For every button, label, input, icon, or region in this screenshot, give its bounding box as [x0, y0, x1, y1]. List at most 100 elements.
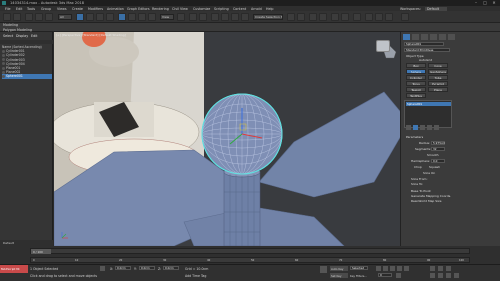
snaps-toggle-icon[interactable]: [211, 13, 219, 21]
real-world-map-checkbox[interactable]: Real-World Map Size: [411, 199, 441, 203]
rendered-frame-icon[interactable]: [375, 13, 383, 21]
eye-icon[interactable]: [2, 74, 5, 78]
explorer-footer-label[interactable]: Default: [3, 241, 14, 245]
cone-button[interactable]: Cone: [428, 63, 448, 68]
pan-view-icon[interactable]: [438, 273, 443, 278]
ribbon-tab-modeling[interactable]: Modeling: [3, 23, 18, 27]
reference-coordinate-dropdown[interactable]: View: [160, 14, 174, 20]
angle-snap-icon[interactable]: [221, 13, 229, 21]
place-icon[interactable]: [148, 13, 156, 21]
set-key-button[interactable]: Set Key: [330, 273, 348, 278]
utilities-tab-icon[interactable]: [448, 34, 455, 40]
menu-arnold[interactable]: Arnold: [251, 7, 262, 11]
generate-mapping-checkbox[interactable]: Generate Mapping Coords.: [411, 194, 451, 198]
time-slider[interactable]: 0 / 100: [30, 248, 470, 254]
menu-modifiers[interactable]: Modifiers: [88, 7, 103, 11]
link-icon[interactable]: [25, 13, 33, 21]
menu-edit[interactable]: Edit: [16, 7, 22, 11]
time-config-icon[interactable]: [396, 273, 401, 278]
zoom-extents-icon[interactable]: [446, 266, 451, 271]
a360-icon[interactable]: [401, 13, 409, 21]
eye-icon[interactable]: [2, 53, 5, 57]
segments-spinner[interactable]: 32: [431, 147, 445, 151]
cylinder-button[interactable]: Cylinder: [406, 75, 426, 80]
eye-icon[interactable]: [2, 49, 5, 53]
menu-animation[interactable]: Animation: [107, 7, 124, 11]
textplus-button[interactable]: TextPlus: [406, 93, 426, 98]
menu-help[interactable]: Help: [266, 7, 274, 11]
orbit-icon[interactable]: [446, 273, 451, 278]
go-to-start-icon[interactable]: [376, 266, 381, 271]
menu-rendering[interactable]: Rendering: [152, 7, 169, 11]
x-coordinate-field[interactable]: 0.0cm: [115, 266, 131, 270]
chop-radio[interactable]: Chop: [414, 165, 422, 169]
current-frame-field[interactable]: 0: [378, 273, 392, 277]
zoom-icon[interactable]: [430, 266, 435, 271]
explorer-tab-display[interactable]: Display: [16, 34, 28, 38]
eye-icon[interactable]: [2, 58, 5, 62]
window-crossing-icon[interactable]: [106, 13, 114, 21]
sphere-button[interactable]: Sphere: [406, 69, 426, 74]
explorer-tab-select[interactable]: Select: [3, 34, 13, 38]
parameters-header[interactable]: Parameters: [406, 135, 423, 139]
track-bar[interactable]: 0 10 20 30 40 50 60 70 80 90 100: [30, 257, 470, 263]
list-item-selected[interactable]: Sphere001: [406, 102, 451, 106]
category-dropdown[interactable]: Standard Primitives: [404, 48, 450, 52]
explorer-tab-edit[interactable]: Edit: [31, 34, 37, 38]
select-object-icon[interactable]: [76, 13, 84, 21]
modify-tab-icon[interactable]: [412, 34, 419, 40]
ribbon-sub-label[interactable]: Polygon Modeling: [3, 28, 32, 32]
render-setup-icon[interactable]: [365, 13, 373, 21]
menu-views[interactable]: Views: [57, 7, 67, 11]
menu-create[interactable]: Create: [72, 7, 83, 11]
autogrid-checkbox[interactable]: AutoGrid: [419, 58, 432, 62]
rectangular-selection-icon[interactable]: [96, 13, 104, 21]
box-button[interactable]: Box: [406, 63, 426, 68]
key-filters-button[interactable]: Key Filters...: [350, 274, 367, 278]
rotate-icon[interactable]: [128, 13, 136, 21]
time-slider-thumb[interactable]: 0 / 100: [31, 249, 51, 254]
schematic-view-icon[interactable]: [341, 13, 349, 21]
bind-spacewarp-icon[interactable]: [45, 13, 53, 21]
squash-radio[interactable]: Squash: [429, 165, 440, 169]
mirror-icon[interactable]: [287, 13, 295, 21]
eye-icon[interactable]: [2, 62, 5, 66]
undo-icon[interactable]: [3, 13, 11, 21]
make-unique-icon[interactable]: [420, 125, 425, 130]
show-end-result-icon[interactable]: [413, 125, 418, 130]
slice-on-checkbox[interactable]: Slice On: [423, 171, 435, 175]
smooth-checkbox[interactable]: Smooth: [427, 153, 439, 157]
scale-icon[interactable]: [138, 13, 146, 21]
hemisphere-spinner[interactable]: 0.0: [431, 159, 445, 163]
named-selection-dropdown[interactable]: Create Selection Set: [253, 14, 283, 20]
viewcube-icon[interactable]: [376, 40, 390, 52]
set-key-icon[interactable]: [320, 266, 327, 273]
perspective-viewport[interactable]: [+] [Perspective] [Standard] [Default Sh…: [54, 32, 400, 246]
z-coordinate-field[interactable]: 0.0cm: [163, 266, 179, 270]
menu-customize[interactable]: Customize: [193, 7, 210, 11]
select-by-name-icon[interactable]: [86, 13, 94, 21]
previous-frame-icon[interactable]: [383, 266, 388, 271]
graphite-toggle-icon[interactable]: [319, 13, 327, 21]
menu-content[interactable]: Content: [233, 7, 246, 11]
selected-dropdown[interactable]: Selected: [350, 266, 368, 270]
selection-filter-dropdown[interactable]: All: [58, 14, 72, 20]
eye-icon[interactable]: [2, 66, 5, 70]
menu-graph-editors[interactable]: Graph Editors: [127, 7, 150, 11]
render-production-icon[interactable]: [385, 13, 393, 21]
unlink-icon[interactable]: [35, 13, 43, 21]
pyramid-button[interactable]: Pyramid: [428, 81, 448, 86]
torus-button[interactable]: Torus: [406, 81, 426, 86]
field-of-view-icon[interactable]: [430, 273, 435, 278]
next-frame-icon[interactable]: [397, 266, 402, 271]
keyboard-shortcut-icon[interactable]: [199, 13, 207, 21]
create-tab-icon[interactable]: [403, 34, 410, 40]
add-time-tag[interactable]: Add Time Tag: [185, 274, 206, 278]
name-color-list[interactable]: Sphere001: [404, 100, 452, 128]
app-icon[interactable]: [2, 1, 6, 5]
material-editor-icon[interactable]: [353, 13, 361, 21]
viewport-label[interactable]: [+] [Perspective] [Standard] [Default Sh…: [56, 33, 126, 37]
curve-editor-icon[interactable]: [331, 13, 339, 21]
pin-stack-icon[interactable]: [406, 125, 411, 130]
percent-snap-icon[interactable]: [231, 13, 239, 21]
